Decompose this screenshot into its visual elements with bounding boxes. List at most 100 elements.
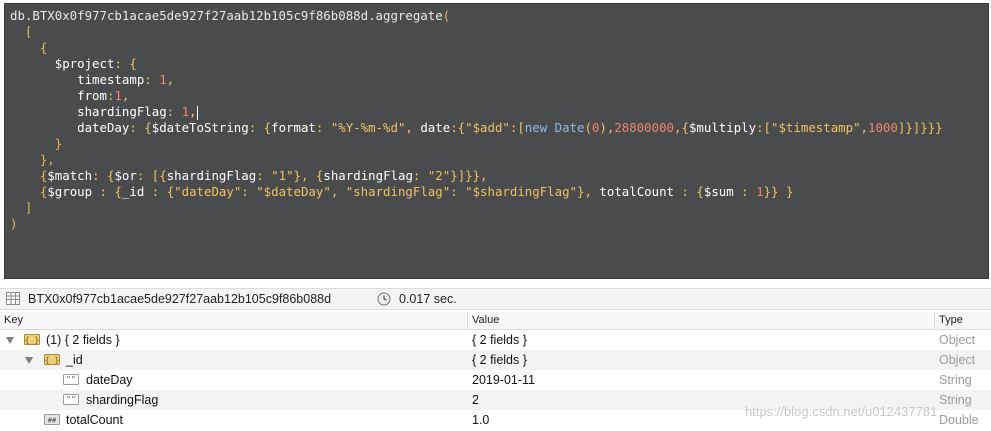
column-header-type[interactable]: Type (939, 314, 963, 326)
table-icon (6, 292, 20, 305)
query-time: 0.017 sec. (399, 292, 457, 306)
code-token: ,{ (674, 120, 689, 135)
code-token: "1" (271, 168, 294, 183)
svg-text:{ }: { } (45, 356, 59, 365)
expand-triangle-icon[interactable] (25, 357, 33, 364)
code-line[interactable]: ] (10, 200, 32, 216)
code-token: "$shardingFlag" (465, 184, 578, 199)
code-token: :{ (450, 120, 466, 135)
code-token: 1000 (868, 120, 898, 135)
code-line[interactable]: $project: { (10, 56, 137, 72)
code-line[interactable]: } (10, 136, 62, 152)
row-type: Object (939, 333, 976, 347)
code-line[interactable]: [ (10, 24, 32, 40)
column-header-key[interactable]: Key (4, 314, 23, 326)
code-token: , (860, 120, 869, 135)
code-line[interactable]: dateDay: {$dateToString: {format: "%Y-%m… (10, 120, 943, 136)
code-token: 1 (756, 184, 764, 199)
code-token: new Date (524, 120, 585, 135)
row-type: Double (939, 413, 979, 427)
code-token: shardingFlag (323, 168, 413, 183)
result-status-bar: BTX0x0f977cb1acae5de927f27aab12b105c9f86… (0, 288, 991, 310)
svg-text:##: ## (48, 417, 57, 425)
code-token: : (315, 120, 331, 135)
row-type: String (939, 373, 972, 387)
row-value: { 2 fields } (472, 333, 527, 347)
code-token: , (405, 120, 421, 135)
code-token: }, (577, 184, 600, 199)
code-token: , (189, 104, 197, 119)
row-key: totalCount (66, 413, 123, 427)
code-line[interactable]: {$match: {$or: [{shardingFlag: "1"}, {sh… (10, 168, 488, 184)
code-token: : (450, 184, 466, 199)
code-line[interactable]: ) (10, 216, 17, 232)
code-token: : { (92, 184, 122, 199)
code-token: }} } (763, 184, 794, 199)
row-value: 2 (472, 393, 479, 407)
code-token: "dateDay" (174, 184, 242, 199)
string-icon: "" (63, 374, 79, 385)
code-token: }]}}, (450, 168, 488, 183)
table-row[interactable]: "" dateDay 2019-01-11 String (0, 370, 991, 390)
code-token: : (144, 72, 160, 87)
code-line[interactable]: { (10, 40, 47, 56)
code-line[interactable]: from:1, (10, 88, 129, 104)
svg-text:"": "" (66, 395, 76, 404)
code-line[interactable]: shardingFlag: 1, (10, 104, 198, 120)
clock-icon (377, 292, 391, 306)
column-header-value[interactable]: Value (472, 314, 499, 326)
svg-text:{ }: { } (25, 336, 39, 345)
code-token: "%Y-%m-%d" (330, 120, 406, 135)
row-key: shardingFlag (86, 393, 159, 407)
code-token: [ (10, 24, 33, 39)
code-line[interactable]: {$group : {_id : {"dateDay": "$dateDay",… (10, 184, 794, 200)
code-token: "$timestamp" (771, 120, 861, 135)
code-token: _id (121, 184, 145, 199)
code-token: $sum (703, 184, 734, 199)
code-token: ]}]}}} (897, 120, 943, 135)
code-token: : { (92, 168, 115, 183)
code-token: ( (442, 8, 451, 23)
code-token: dateDay (10, 120, 130, 135)
code-line[interactable]: timestamp: 1, (10, 72, 174, 88)
code-token: $project (10, 56, 115, 71)
code-token: "shardingFlag" (345, 184, 451, 199)
row-key: (1) { 2 fields } (46, 333, 120, 347)
table-row[interactable]: { } _id { 2 fields } Object (0, 350, 991, 370)
column-divider[interactable] (467, 312, 468, 329)
code-token: : { (144, 184, 175, 199)
row-type: String (939, 393, 972, 407)
code-token: :[ (756, 120, 772, 135)
object-icon: { } (44, 354, 60, 365)
code-token: 1 (114, 88, 122, 103)
code-token: : (256, 168, 272, 183)
text-cursor (196, 105, 198, 120)
code-token: : (241, 184, 257, 199)
code-token: date (420, 120, 451, 135)
object-icon: { } (24, 334, 40, 345)
row-key: dateDay (86, 373, 133, 387)
code-token: : (412, 168, 428, 183)
code-token: db.BTX0x0f977cb1acae5de927f27aab12b105c9… (10, 8, 443, 23)
code-line[interactable]: }, (10, 152, 55, 168)
code-token: , (121, 88, 130, 103)
code-token: timestamp (10, 72, 145, 87)
code-line[interactable]: db.BTX0x0f977cb1acae5de927f27aab12b105c9… (10, 8, 450, 24)
code-token: "2" (427, 168, 451, 183)
column-divider[interactable] (934, 312, 935, 329)
code-token: :[ (509, 120, 525, 135)
code-token: : [{ (136, 168, 167, 183)
row-value: 1.0 (472, 413, 490, 427)
grid-header: Key Value Type (0, 312, 991, 330)
number-icon: ## (44, 414, 60, 425)
query-editor[interactable]: db.BTX0x0f977cb1acae5de927f27aab12b105c9… (4, 3, 989, 279)
table-row[interactable]: { } (1) { 2 fields } { 2 fields } Object (0, 330, 991, 350)
code-token: ), (599, 120, 615, 135)
string-icon: "" (63, 394, 79, 405)
watermark: https://blog.csdn.net/u012437781 (745, 404, 938, 419)
expand-triangle-icon[interactable] (6, 337, 14, 344)
code-token: 28800000 (614, 120, 675, 135)
code-token: ] (10, 200, 33, 215)
code-token: from (10, 88, 107, 103)
code-token: , (330, 184, 346, 199)
